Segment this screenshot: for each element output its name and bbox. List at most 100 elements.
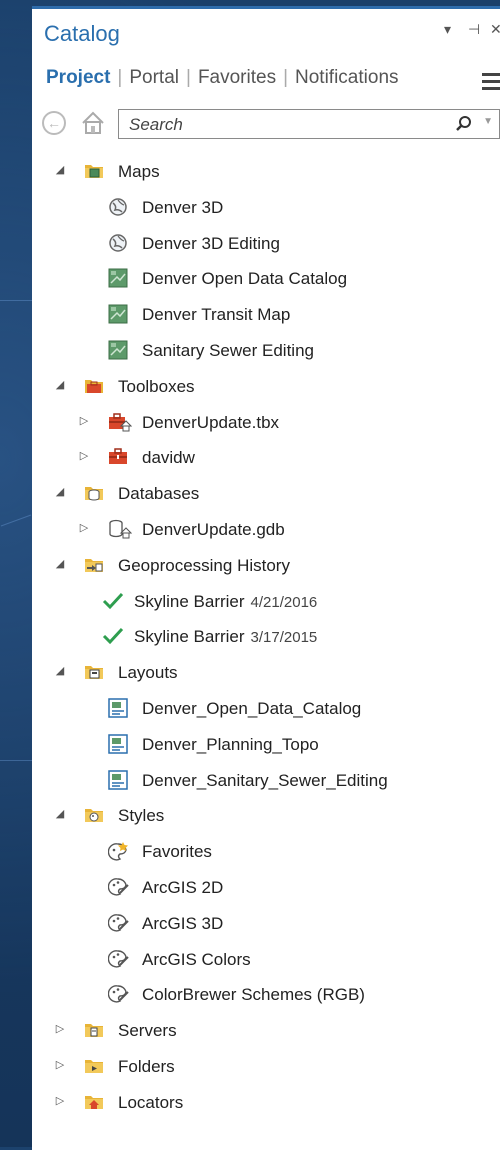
item-name: Folders xyxy=(118,1056,175,1076)
expanded-chevron-icon[interactable]: ◢ xyxy=(54,807,66,820)
tree-item[interactable]: Skyline Barrier 4/21/2016 xyxy=(32,584,500,620)
tree-category-styles[interactable]: ◢ Styles xyxy=(32,798,500,834)
close-pane-button[interactable]: ✕ xyxy=(490,21,500,38)
tree-category-maps[interactable]: ◢ Maps xyxy=(32,154,500,190)
back-arrow-icon[interactable]: ← xyxy=(42,111,66,135)
collapsed-chevron-icon[interactable]: ▷ xyxy=(78,521,90,534)
globe-scene-icon xyxy=(108,197,128,217)
collapsed-chevron-icon[interactable]: ▷ xyxy=(54,1022,66,1035)
tree-item[interactable]: ▷ davidw xyxy=(32,440,500,476)
success-check-icon xyxy=(102,626,124,646)
tree-item[interactable]: ArcGIS 3D xyxy=(32,906,500,942)
tree-item[interactable]: Denver_Planning_Topo xyxy=(32,727,500,763)
search-options-chevron-down-icon[interactable]: ▼ xyxy=(483,116,493,127)
tree-item[interactable]: ▷ DenverUpdate.gdb xyxy=(32,512,500,548)
tree-category-servers[interactable]: ▷ Servers xyxy=(32,1013,500,1049)
tree-item[interactable]: Denver_Sanitary_Sewer_Editing xyxy=(32,763,500,799)
tab-project[interactable]: Project xyxy=(46,67,114,89)
expanded-chevron-icon[interactable]: ◢ xyxy=(54,378,66,391)
collapsed-chevron-icon[interactable]: ▷ xyxy=(54,1094,66,1107)
styles-folder-icon xyxy=(84,805,104,825)
item-name: Styles xyxy=(118,806,165,826)
tree-category-layouts[interactable]: ◢ Layouts xyxy=(32,655,500,691)
tree-category-databases[interactable]: ◢ Databases xyxy=(32,476,500,512)
item-name: Denver_Open_Data_Catalog xyxy=(142,698,362,718)
expanded-chevron-icon[interactable]: ◢ xyxy=(54,163,66,176)
tab-separator: | xyxy=(117,67,123,88)
search-input[interactable] xyxy=(127,114,451,136)
tree-item[interactable]: Denver Transit Map xyxy=(32,297,500,333)
tree-item-label: Denver_Open_Data_Catalog xyxy=(142,699,361,719)
pane-title-bar: Catalog ▾ ⊣ ✕ xyxy=(32,9,500,59)
tab-favorites[interactable]: Favorites xyxy=(194,67,280,89)
tree-item[interactable]: Denver Open Data Catalog xyxy=(32,261,500,297)
catalog-tree: ◢ Maps Denver 3D Denver 3D Editing Denver Op… xyxy=(32,154,500,1121)
pane-options-dropdown[interactable]: ▾ xyxy=(444,21,451,38)
expanded-chevron-icon[interactable]: ◢ xyxy=(54,557,66,570)
tree-item[interactable]: Sanitary Sewer Editing xyxy=(32,333,500,369)
tree-item-label: Denver Open Data Catalog xyxy=(142,269,347,289)
collapsed-chevron-icon[interactable]: ▷ xyxy=(54,1058,66,1071)
tree-item[interactable]: ColorBrewer Schemes (RGB) xyxy=(32,977,500,1013)
catalog-tabs: Project | Portal | Favorites | Notifications xyxy=(46,67,403,97)
tree-category-geoprocessing-history[interactable]: ◢ Geoprocessing History xyxy=(32,548,500,584)
tree-item-label: Locators xyxy=(118,1093,183,1113)
tree-item[interactable]: ▷ DenverUpdate.tbx xyxy=(32,405,500,441)
tab-portal[interactable]: Portal xyxy=(125,67,183,89)
navigation-bar: ← ▼ xyxy=(42,109,500,143)
map-icon xyxy=(108,340,128,360)
collapsed-chevron-icon[interactable]: ▷ xyxy=(78,449,90,462)
run-date: 4/21/2016 xyxy=(250,593,318,611)
tab-notifications[interactable]: Notifications xyxy=(291,67,403,89)
layout-icon xyxy=(108,769,128,790)
locators-folder-icon xyxy=(84,1092,104,1112)
style-icon xyxy=(107,877,129,897)
tree-item-label: Skyline Barrier 4/21/2016 xyxy=(134,592,317,612)
item-name: Servers xyxy=(118,1021,177,1041)
item-name: Skyline Barrier xyxy=(134,627,245,647)
tree-item-label: Denver 3D xyxy=(142,198,223,218)
item-name: Favorites xyxy=(142,842,212,862)
geoprocessing-history-icon xyxy=(84,555,104,575)
tree-item[interactable]: Denver 3D Editing xyxy=(32,226,500,262)
layout-icon xyxy=(108,698,128,718)
tree-item-label: ColorBrewer Schemes (RGB) xyxy=(142,985,365,1005)
item-name: Sanitary Sewer Editing xyxy=(142,340,314,360)
item-name: Locators xyxy=(118,1092,184,1112)
tree-item[interactable]: Skyline Barrier 3/17/2015 xyxy=(32,619,500,655)
geodatabase-home-icon xyxy=(108,519,133,539)
maps-folder-icon xyxy=(84,161,104,181)
tree-item-label: Maps xyxy=(118,162,160,182)
tree-item-label: Styles xyxy=(118,806,164,826)
tree-item-label: Databases xyxy=(118,484,199,504)
collapsed-chevron-icon[interactable]: ▷ xyxy=(78,414,90,427)
map-icon xyxy=(108,304,128,324)
catalog-pane: Catalog ▾ ⊣ ✕ Project | Portal | Favorites | N… xyxy=(32,6,500,1150)
servers-folder-icon xyxy=(84,1020,104,1040)
layout-icon xyxy=(108,734,128,754)
style-icon xyxy=(107,949,129,969)
menu-icon[interactable] xyxy=(482,73,500,94)
tree-item-label: DenverUpdate.gdb xyxy=(142,520,285,540)
tree-item[interactable]: Denver_Open_Data_Catalog xyxy=(32,691,500,727)
tree-item[interactable]: Denver 3D xyxy=(32,190,500,226)
tree-category-toolboxes[interactable]: ◢ Toolboxes xyxy=(32,369,500,405)
expanded-chevron-icon[interactable]: ◢ xyxy=(54,485,66,498)
toolboxes-folder-icon xyxy=(84,376,104,396)
tree-item-label: Denver_Sanitary_Sewer_Editing xyxy=(142,771,388,791)
tree-category-locators[interactable]: ▷ Locators xyxy=(32,1085,500,1121)
expanded-chevron-icon[interactable]: ◢ xyxy=(54,664,66,677)
tree-item-label: ArcGIS Colors xyxy=(142,950,251,970)
tree-item[interactable]: Favorites xyxy=(32,834,500,870)
tree-item[interactable]: ArcGIS Colors xyxy=(32,942,500,978)
item-name: DenverUpdate.tbx xyxy=(142,412,280,432)
home-icon[interactable] xyxy=(80,110,106,136)
tree-category-folders[interactable]: ▷ Folders xyxy=(32,1049,500,1085)
item-name: Denver Transit Map xyxy=(142,305,291,325)
tree-item-label: ArcGIS 2D xyxy=(142,878,223,898)
search-icon[interactable] xyxy=(455,115,473,138)
auto-hide-pin-button[interactable]: ⊣ xyxy=(468,21,480,38)
tree-item-label: Geoprocessing History xyxy=(118,556,290,576)
tree-item-label: ArcGIS 3D xyxy=(142,914,223,934)
tree-item[interactable]: ArcGIS 2D xyxy=(32,870,500,906)
